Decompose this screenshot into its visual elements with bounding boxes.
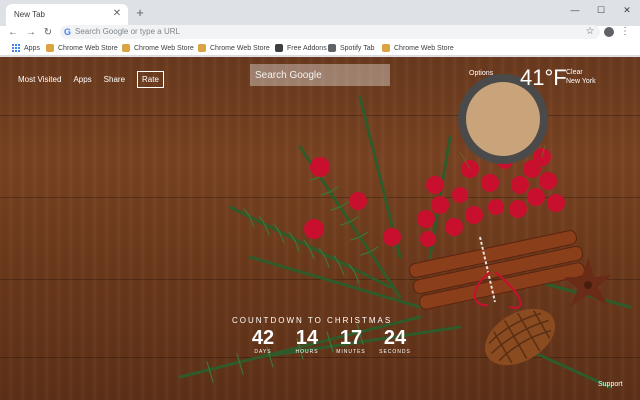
chrome-web-store-icon bbox=[198, 44, 206, 52]
chrome-web-store-icon bbox=[382, 44, 390, 52]
bookmark-label: Spotify Tab bbox=[340, 44, 375, 52]
chrome-web-store-icon bbox=[122, 44, 130, 52]
bookmark-item[interactable]: Chrome Web Store bbox=[382, 43, 454, 53]
weather-condition-text: Clear bbox=[566, 69, 583, 76]
bookmark-label: Free Addons bbox=[287, 44, 327, 52]
google-icon: G bbox=[64, 27, 72, 37]
countdown-hours: 14 HOURS bbox=[290, 327, 324, 355]
countdown-label: HOURS bbox=[295, 349, 319, 355]
free-addons-icon bbox=[275, 44, 283, 52]
share-link[interactable]: Share bbox=[104, 75, 125, 84]
window-close-icon[interactable]: ✕ bbox=[614, 0, 640, 20]
top-links: Most Visited Apps Share Rate bbox=[18, 71, 164, 88]
window-controls: — ☐ ✕ bbox=[562, 0, 640, 20]
star-icon[interactable]: ☆ bbox=[584, 26, 596, 38]
countdown-label: DAYS bbox=[254, 349, 272, 355]
back-icon[interactable]: ← bbox=[6, 26, 20, 40]
support-link[interactable]: Support bbox=[598, 381, 623, 388]
omnibox[interactable]: G Search Google or type a URL bbox=[60, 25, 600, 39]
weather-condition: Clear New York bbox=[566, 68, 596, 86]
most-visited-link[interactable]: Most Visited bbox=[18, 75, 61, 84]
countdown-label: MINUTES bbox=[336, 349, 366, 355]
plus-icon[interactable]: + bbox=[133, 6, 147, 20]
menu-icon[interactable]: ⋮ bbox=[620, 26, 630, 38]
weather-temperature: 41°F bbox=[520, 65, 567, 90]
bookmark-item[interactable]: Chrome Web Store bbox=[46, 43, 118, 53]
bookmark-label: Chrome Web Store bbox=[394, 44, 454, 52]
tab-title: New Tab bbox=[14, 10, 45, 19]
bookmark-label: Apps bbox=[24, 44, 40, 52]
tab-strip: New Tab ✕ + — ☐ ✕ bbox=[0, 0, 640, 26]
close-icon[interactable]: ✕ bbox=[111, 8, 123, 20]
chrome-web-store-icon bbox=[46, 44, 54, 52]
bookmark-apps[interactable]: Apps bbox=[12, 43, 40, 53]
rate-button[interactable]: Rate bbox=[137, 71, 164, 88]
bookmark-item[interactable]: Free Addons bbox=[275, 43, 327, 53]
countdown-value: 14 bbox=[295, 327, 319, 349]
spotify-tab-icon bbox=[328, 44, 336, 52]
omnibox-placeholder: Search Google or type a URL bbox=[75, 27, 180, 36]
new-tab-page: Most Visited Apps Share Rate Options 41°… bbox=[0, 57, 640, 400]
countdown-days: 42 DAYS bbox=[246, 327, 280, 355]
apps-grid-icon bbox=[12, 44, 20, 52]
forward-icon[interactable]: → bbox=[24, 26, 38, 40]
bookmark-label: Chrome Web Store bbox=[134, 44, 194, 52]
countdown-title: COUNTDOWN TO CHRISTMAS bbox=[232, 316, 393, 325]
countdown-seconds: 24 SECONDS bbox=[378, 327, 412, 355]
countdown-value: 42 bbox=[251, 327, 275, 349]
coaster-center bbox=[466, 82, 540, 156]
apps-link[interactable]: Apps bbox=[73, 75, 91, 84]
reload-icon[interactable]: ↻ bbox=[41, 26, 55, 40]
bookmark-label: Chrome Web Store bbox=[210, 44, 270, 52]
search-input[interactable] bbox=[250, 64, 390, 86]
bookmark-item[interactable]: Chrome Web Store bbox=[198, 43, 270, 53]
pine-cone bbox=[484, 308, 556, 366]
bookmark-item[interactable]: Spotify Tab bbox=[328, 43, 375, 53]
options-link[interactable]: Options bbox=[469, 70, 493, 77]
weather-location: New York bbox=[566, 78, 596, 85]
countdown-value: 24 bbox=[383, 327, 407, 349]
countdown-value: 17 bbox=[339, 327, 363, 349]
tab-new-tab[interactable]: New Tab ✕ bbox=[6, 4, 128, 26]
avatar[interactable] bbox=[604, 27, 614, 37]
bookmark-item[interactable]: Chrome Web Store bbox=[122, 43, 194, 53]
bookmarks-bar: Apps Chrome Web Store Chrome Web Store C… bbox=[0, 40, 640, 56]
bookmark-label: Chrome Web Store bbox=[58, 44, 118, 52]
countdown-timer: 42 DAYS 14 HOURS 17 MINUTES 24 SECONDS bbox=[246, 327, 412, 355]
countdown-label: SECONDS bbox=[379, 349, 411, 355]
maximize-icon[interactable]: ☐ bbox=[588, 0, 614, 20]
countdown-minutes: 17 MINUTES bbox=[334, 327, 368, 355]
minimize-icon[interactable]: — bbox=[562, 0, 588, 20]
